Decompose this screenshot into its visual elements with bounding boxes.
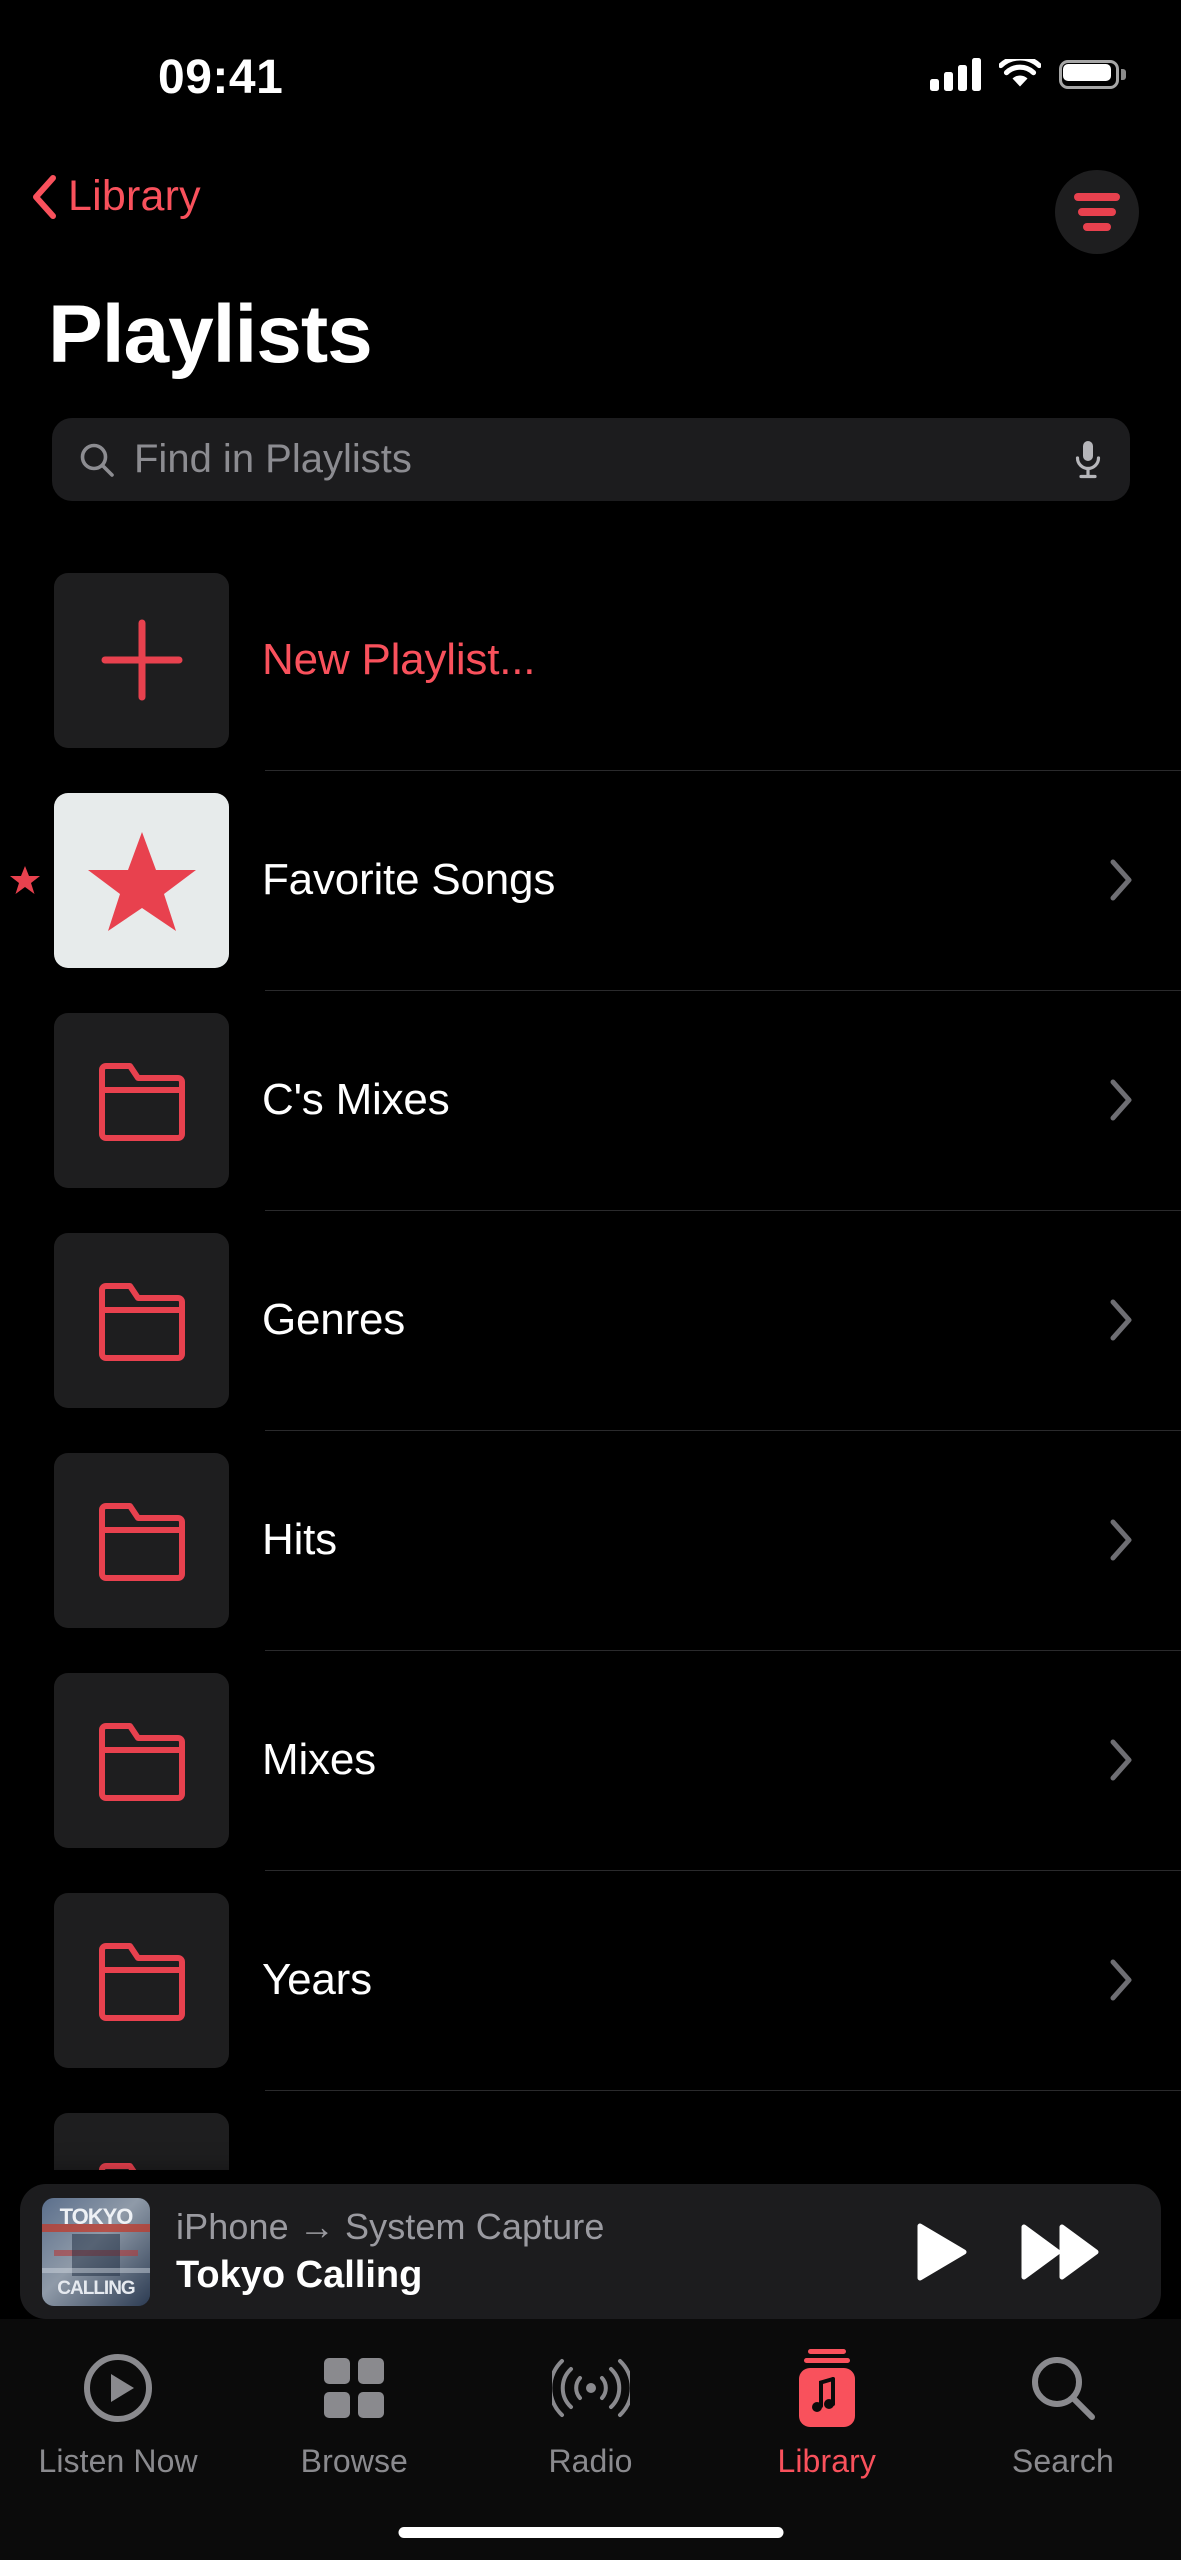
now-playing-meta: iPhone → System Capture Tokyo Calling	[176, 2206, 915, 2297]
home-indicator	[398, 2527, 783, 2538]
fast-forward-icon[interactable]	[1021, 2223, 1099, 2281]
play-circle-icon	[84, 2354, 153, 2422]
list-item-label: Genres	[262, 1295, 406, 1344]
folder-icon	[98, 1503, 185, 1581]
tab-browse[interactable]: Browse	[236, 2349, 472, 2480]
list-item-label: Mixes	[262, 1735, 376, 1784]
status-bar-indicators	[930, 58, 1126, 91]
row-separator	[265, 1870, 1181, 1871]
tab-listen-now[interactable]: Listen Now	[0, 2349, 236, 2480]
chevron-right-icon	[1110, 859, 1132, 901]
now-playing-route: iPhone → System Capture	[176, 2206, 605, 2247]
svg-text:CALLING: CALLING	[57, 2278, 135, 2299]
app-screen: 09:41 Library Playlists Find in Playlist…	[0, 0, 1181, 2560]
playlists-list[interactable]: New Playlist... Favorite Songs C's Mixes Ge…	[0, 550, 1181, 2170]
tab-icon	[82, 2349, 154, 2427]
list-item[interactable]: Mixes	[0, 1650, 1181, 1870]
list-item-thumbnail	[54, 1012, 229, 1188]
tab-label: Browse	[300, 2443, 408, 2479]
chevron-right-icon	[1110, 1079, 1132, 1121]
tab-icon	[1029, 2349, 1097, 2427]
svg-text:TOKYO: TOKYO	[60, 2204, 134, 2229]
now-playing-bar[interactable]: TOKYO CALLING iPhone → System Capture To…	[20, 2184, 1161, 2319]
list-item[interactable]: Favorite Songs	[0, 770, 1181, 990]
tab-icon	[796, 2349, 858, 2427]
list-item-thumbnail	[54, 1672, 229, 1848]
list-item-label: Years	[262, 1955, 372, 2004]
row-separator	[265, 770, 1181, 771]
tab-label: Radio	[548, 2443, 633, 2479]
cellular-signal-icon	[930, 58, 981, 91]
page-title: Playlists	[48, 289, 373, 380]
status-bar: 09:41	[0, 0, 1181, 130]
grid-squares-icon	[324, 2358, 385, 2418]
wifi-icon	[999, 59, 1041, 87]
search-field[interactable]: Find in Playlists	[52, 418, 1130, 501]
tab-library[interactable]: Library	[709, 2349, 945, 2480]
chevron-right-icon	[1110, 1739, 1132, 1781]
chevron-right-icon	[1110, 1519, 1132, 1561]
list-item[interactable]	[0, 2090, 1181, 2170]
list-item-thumbnail	[54, 1232, 229, 1408]
tab-icon	[322, 2349, 386, 2427]
tab-search[interactable]: Search	[945, 2349, 1181, 2480]
back-button[interactable]: Library	[30, 172, 201, 221]
tab-icon	[551, 2349, 630, 2427]
list-item-label: New Playlist...	[262, 635, 536, 684]
row-separator	[265, 1430, 1181, 1431]
tab-label: Listen Now	[38, 2443, 198, 2479]
chevron-left-icon	[33, 174, 56, 219]
tab-bar: Listen Now Browse Radio Library Search	[0, 2319, 1181, 2560]
magnifier-icon	[1031, 2357, 1095, 2420]
search-icon	[80, 443, 114, 477]
row-separator	[265, 1210, 1181, 1211]
folder-icon	[98, 1943, 185, 2021]
tab-label: Library	[777, 2443, 876, 2479]
back-button-label: Library	[68, 172, 201, 220]
folder-icon	[98, 1723, 185, 1801]
sort-filter-icon	[1074, 193, 1120, 231]
folder-icon	[98, 1283, 185, 1361]
list-item-thumbnail	[54, 2112, 229, 2170]
radio-waves-icon	[551, 2359, 630, 2417]
list-item-thumbnail	[54, 1892, 229, 2068]
chevron-right-icon	[1110, 1299, 1132, 1341]
now-playing-controls	[915, 2223, 1099, 2281]
album-artwork: TOKYO CALLING	[42, 2197, 150, 2306]
list-item[interactable]: Years	[0, 1870, 1181, 2090]
now-playing-title: Tokyo Calling	[176, 2254, 423, 2296]
list-item-label: Favorite Songs	[262, 855, 556, 904]
tab-radio[interactable]: Radio	[472, 2349, 708, 2480]
folder-icon	[98, 2163, 136, 2170]
row-separator	[265, 2090, 1181, 2091]
tab-label: Search	[1011, 2443, 1114, 2479]
play-icon[interactable]	[915, 2223, 967, 2281]
list-item-thumbnail	[54, 572, 229, 748]
navigation-bar: Library	[0, 170, 1181, 280]
list-item[interactable]: Genres	[0, 1210, 1181, 1430]
list-item[interactable]: Hits	[0, 1430, 1181, 1650]
chevron-right-icon	[1110, 1959, 1132, 2001]
favorite-marker-icon	[10, 866, 40, 894]
list-item-label: Hits	[262, 1515, 337, 1564]
list-item[interactable]: New Playlist...	[0, 550, 1181, 770]
row-separator	[265, 1650, 1181, 1651]
list-item-label: C's Mixes	[262, 1075, 450, 1124]
plus-icon	[101, 619, 182, 701]
list-item-thumbnail	[54, 1452, 229, 1628]
status-bar-time: 09:41	[158, 51, 284, 104]
star-icon	[87, 831, 196, 931]
search-input-placeholder: Find in Playlists	[134, 437, 412, 481]
row-separator	[265, 990, 1181, 991]
folder-icon	[98, 1063, 185, 1141]
list-item[interactable]: C's Mixes	[0, 990, 1181, 1210]
battery-full-icon	[1059, 60, 1126, 89]
list-item-thumbnail	[54, 792, 229, 968]
sort-filter-button[interactable]	[1055, 170, 1139, 254]
music-library-icon	[798, 2349, 855, 2427]
microphone-icon[interactable]	[1072, 438, 1104, 482]
